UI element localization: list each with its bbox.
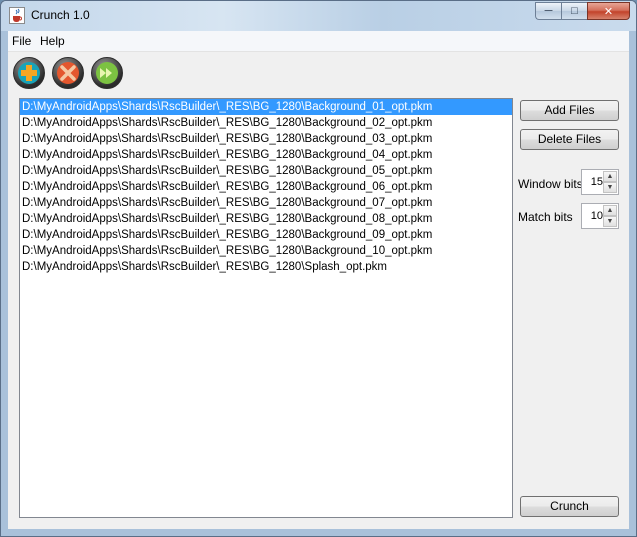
java-cup-icon: [9, 7, 25, 24]
client-area: File Help D:\MyAndroidApps\Shards\RscBui…: [8, 31, 629, 529]
window-bits-decrement[interactable]: ▼: [603, 182, 617, 193]
fast-forward-icon: [96, 62, 118, 84]
file-list-item[interactable]: D:\MyAndroidApps\Shards\RscBuilder\_RES\…: [20, 99, 512, 115]
close-button[interactable]: ✕: [587, 2, 630, 20]
menu-file[interactable]: File: [12, 34, 31, 48]
window-bits-label: Window bits: [518, 177, 583, 191]
minimize-button[interactable]: ─: [535, 2, 561, 20]
file-list-item[interactable]: D:\MyAndroidApps\Shards\RscBuilder\_RES\…: [20, 163, 512, 179]
window-bits-spinner[interactable]: 15 ▲ ▼: [581, 169, 619, 195]
file-list-item[interactable]: D:\MyAndroidApps\Shards\RscBuilder\_RES\…: [20, 131, 512, 147]
maximize-button[interactable]: □: [561, 2, 587, 20]
plus-icon: [18, 62, 40, 84]
match-bits-label: Match bits: [518, 210, 573, 224]
menu-help[interactable]: Help: [40, 34, 65, 48]
file-list-rows: D:\MyAndroidApps\Shards\RscBuilder\_RES\…: [20, 99, 512, 275]
minimize-icon: ─: [544, 5, 553, 17]
tools-icon: [57, 62, 79, 84]
toolbar: [8, 53, 629, 91]
file-list[interactable]: D:\MyAndroidApps\Shards\RscBuilder\_RES\…: [19, 98, 513, 518]
window-bits-spin-buttons: ▲ ▼: [603, 171, 617, 193]
match-bits-spin-buttons: ▲ ▼: [603, 205, 617, 227]
crunch-button[interactable]: Crunch: [520, 496, 619, 517]
file-list-item[interactable]: D:\MyAndroidApps\Shards\RscBuilder\_RES\…: [20, 227, 512, 243]
menu-bar: File Help: [8, 31, 629, 52]
file-list-item[interactable]: D:\MyAndroidApps\Shards\RscBuilder\_RES\…: [20, 147, 512, 163]
add-files-button[interactable]: Add Files: [520, 100, 619, 121]
file-list-item[interactable]: D:\MyAndroidApps\Shards\RscBuilder\_RES\…: [20, 243, 512, 259]
match-bits-decrement[interactable]: ▼: [603, 216, 617, 227]
chevron-down-icon: ▼: [606, 184, 614, 191]
maximize-icon: □: [571, 5, 578, 17]
crunch-tool-button[interactable]: [91, 57, 123, 89]
settings-tool-button[interactable]: [52, 57, 84, 89]
match-bits-spinner[interactable]: 10 ▲ ▼: [581, 203, 619, 229]
chevron-up-icon: ▲: [606, 207, 614, 214]
delete-files-button[interactable]: Delete Files: [520, 129, 619, 150]
window-controls: ─ □ ✕: [535, 2, 630, 20]
title-bar[interactable]: Crunch 1.0 ─ □ ✕: [1, 1, 636, 31]
window-bits-value: 15: [590, 176, 603, 188]
chevron-down-icon: ▼: [606, 218, 614, 225]
file-list-item[interactable]: D:\MyAndroidApps\Shards\RscBuilder\_RES\…: [20, 195, 512, 211]
match-bits-value: 10: [590, 210, 603, 222]
app-window: Crunch 1.0 ─ □ ✕ File Help D:\MyAndroidA…: [0, 0, 637, 537]
window-bits-increment[interactable]: ▲: [603, 171, 617, 182]
file-list-item[interactable]: D:\MyAndroidApps\Shards\RscBuilder\_RES\…: [20, 179, 512, 195]
file-list-item[interactable]: D:\MyAndroidApps\Shards\RscBuilder\_RES\…: [20, 259, 512, 275]
chevron-up-icon: ▲: [606, 173, 614, 180]
window-title: Crunch 1.0: [31, 8, 90, 22]
match-bits-increment[interactable]: ▲: [603, 205, 617, 216]
file-list-item[interactable]: D:\MyAndroidApps\Shards\RscBuilder\_RES\…: [20, 211, 512, 227]
add-tool-button[interactable]: [13, 57, 45, 89]
close-icon: ✕: [603, 5, 614, 18]
file-list-item[interactable]: D:\MyAndroidApps\Shards\RscBuilder\_RES\…: [20, 115, 512, 131]
